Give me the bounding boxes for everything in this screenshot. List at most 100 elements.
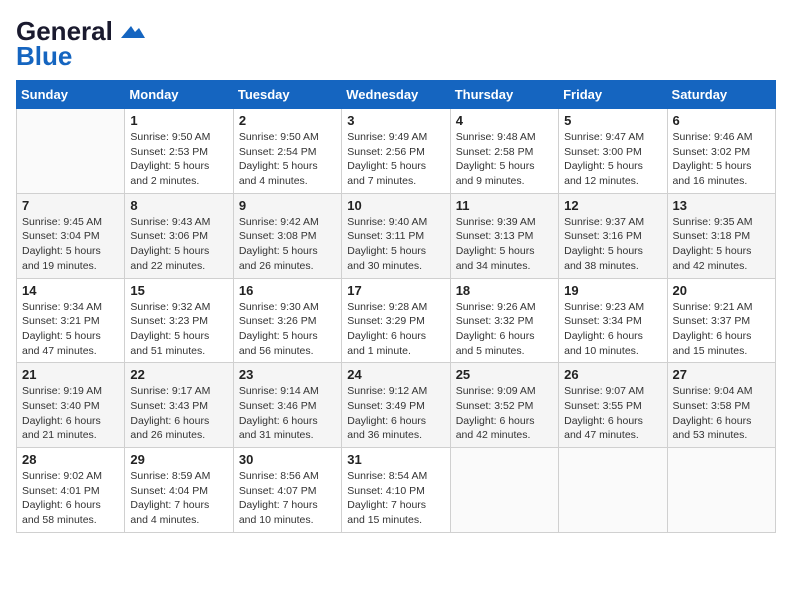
day-info: Sunrise: 9:09 AM Sunset: 3:52 PM Dayligh… — [456, 384, 553, 443]
day-number: 30 — [239, 452, 336, 467]
calendar-cell: 24Sunrise: 9:12 AM Sunset: 3:49 PM Dayli… — [342, 363, 450, 448]
logo-bird-icon — [117, 22, 145, 42]
day-number: 27 — [673, 367, 770, 382]
calendar-cell: 3 Sunrise: 9:49 AM Sunset: 2:56 PM Daylig… — [342, 109, 450, 194]
calendar-cell: 22 Sunrise: 9:17 AM Sunset: 3:43 PM Dayli… — [125, 363, 233, 448]
day-info: Sunrise: 8:54 AM Sunset: 4:10 PM Dayligh… — [347, 469, 444, 528]
calendar-cell: 23 Sunrise: 9:14 AM Sunset: 3:46 PM Dayli… — [233, 363, 341, 448]
calendar-cell: 8Sunrise: 9:43 AM Sunset: 3:06 PM Daylig… — [125, 193, 233, 278]
day-info: Sunrise: 9:47 AM Sunset: 3:00 PM Dayligh… — [564, 130, 661, 189]
calendar-week-row: 28 Sunrise: 9:02 AM Sunset: 4:01 PM Dayli… — [17, 448, 776, 533]
day-info: Sunrise: 9:50 AM Sunset: 2:53 PM Dayligh… — [130, 130, 227, 189]
day-number: 15 — [130, 283, 227, 298]
calendar-cell — [17, 109, 125, 194]
day-info: Sunrise: 9:42 AM Sunset: 3:08 PM Dayligh… — [239, 215, 336, 274]
day-number: 8 — [130, 198, 227, 213]
day-info: Sunrise: 9:04 AM Sunset: 3:58 PM Dayligh… — [673, 384, 770, 443]
calendar-cell — [450, 448, 558, 533]
day-info: Sunrise: 9:17 AM Sunset: 3:43 PM Dayligh… — [130, 384, 227, 443]
day-info: Sunrise: 9:28 AM Sunset: 3:29 PM Dayligh… — [347, 300, 444, 359]
day-info: Sunrise: 9:12 AM Sunset: 3:49 PM Dayligh… — [347, 384, 444, 443]
calendar-cell: 31 Sunrise: 8:54 AM Sunset: 4:10 PM Dayli… — [342, 448, 450, 533]
day-number: 13 — [673, 198, 770, 213]
logo: General Blue — [16, 16, 145, 72]
day-number: 14 — [22, 283, 119, 298]
calendar-cell: 2Sunrise: 9:50 AM Sunset: 2:54 PM Daylig… — [233, 109, 341, 194]
day-number: 26 — [564, 367, 661, 382]
day-number: 9 — [239, 198, 336, 213]
calendar-cell: 10 Sunrise: 9:40 AM Sunset: 3:11 PM Dayli… — [342, 193, 450, 278]
day-number: 17 — [347, 283, 444, 298]
calendar-cell: 1 Sunrise: 9:50 AM Sunset: 2:53 PM Daylig… — [125, 109, 233, 194]
calendar-cell: 28 Sunrise: 9:02 AM Sunset: 4:01 PM Dayli… — [17, 448, 125, 533]
calendar-cell: 26 Sunrise: 9:07 AM Sunset: 3:55 PM Dayli… — [559, 363, 667, 448]
calendar-cell — [667, 448, 775, 533]
calendar-header-wednesday: Wednesday — [342, 81, 450, 109]
day-info: Sunrise: 9:02 AM Sunset: 4:01 PM Dayligh… — [22, 469, 119, 528]
calendar-cell: 11 Sunrise: 9:39 AM Sunset: 3:13 PM Dayli… — [450, 193, 558, 278]
day-number: 3 — [347, 113, 444, 128]
calendar-cell: 4Sunrise: 9:48 AM Sunset: 2:58 PM Daylig… — [450, 109, 558, 194]
day-number: 21 — [22, 367, 119, 382]
day-info: Sunrise: 9:40 AM Sunset: 3:11 PM Dayligh… — [347, 215, 444, 274]
calendar-cell: 7 Sunrise: 9:45 AM Sunset: 3:04 PM Daylig… — [17, 193, 125, 278]
day-info: Sunrise: 9:07 AM Sunset: 3:55 PM Dayligh… — [564, 384, 661, 443]
calendar-header-tuesday: Tuesday — [233, 81, 341, 109]
day-number: 16 — [239, 283, 336, 298]
calendar-cell: 25 Sunrise: 9:09 AM Sunset: 3:52 PM Dayli… — [450, 363, 558, 448]
calendar-cell — [559, 448, 667, 533]
day-number: 11 — [456, 198, 553, 213]
calendar-header-saturday: Saturday — [667, 81, 775, 109]
calendar-cell: 29 Sunrise: 8:59 AM Sunset: 4:04 PM Dayli… — [125, 448, 233, 533]
day-info: Sunrise: 9:21 AM Sunset: 3:37 PM Dayligh… — [673, 300, 770, 359]
calendar-cell: 17 Sunrise: 9:28 AM Sunset: 3:29 PM Dayli… — [342, 278, 450, 363]
day-number: 23 — [239, 367, 336, 382]
day-number: 12 — [564, 198, 661, 213]
calendar-cell: 9 Sunrise: 9:42 AM Sunset: 3:08 PM Daylig… — [233, 193, 341, 278]
day-info: Sunrise: 9:39 AM Sunset: 3:13 PM Dayligh… — [456, 215, 553, 274]
day-number: 7 — [22, 198, 119, 213]
day-info: Sunrise: 9:37 AM Sunset: 3:16 PM Dayligh… — [564, 215, 661, 274]
day-number: 6 — [673, 113, 770, 128]
logo-blue: Blue — [16, 41, 72, 72]
calendar-table: SundayMondayTuesdayWednesdayThursdayFrid… — [16, 80, 776, 533]
day-info: Sunrise: 9:19 AM Sunset: 3:40 PM Dayligh… — [22, 384, 119, 443]
calendar-cell: 5Sunrise: 9:47 AM Sunset: 3:00 PM Daylig… — [559, 109, 667, 194]
calendar-cell: 12 Sunrise: 9:37 AM Sunset: 3:16 PM Dayli… — [559, 193, 667, 278]
calendar-cell: 15 Sunrise: 9:32 AM Sunset: 3:23 PM Dayli… — [125, 278, 233, 363]
day-info: Sunrise: 9:14 AM Sunset: 3:46 PM Dayligh… — [239, 384, 336, 443]
calendar-cell: 13 Sunrise: 9:35 AM Sunset: 3:18 PM Dayli… — [667, 193, 775, 278]
calendar-cell: 30 Sunrise: 8:56 AM Sunset: 4:07 PM Dayli… — [233, 448, 341, 533]
day-number: 29 — [130, 452, 227, 467]
day-number: 10 — [347, 198, 444, 213]
calendar-week-row: 1 Sunrise: 9:50 AM Sunset: 2:53 PM Daylig… — [17, 109, 776, 194]
day-number: 31 — [347, 452, 444, 467]
calendar-cell: 6Sunrise: 9:46 AM Sunset: 3:02 PM Daylig… — [667, 109, 775, 194]
day-info: Sunrise: 9:35 AM Sunset: 3:18 PM Dayligh… — [673, 215, 770, 274]
calendar-header-row: SundayMondayTuesdayWednesdayThursdayFrid… — [17, 81, 776, 109]
day-number: 18 — [456, 283, 553, 298]
day-number: 1 — [130, 113, 227, 128]
calendar-header-monday: Monday — [125, 81, 233, 109]
calendar-cell: 14Sunrise: 9:34 AM Sunset: 3:21 PM Dayli… — [17, 278, 125, 363]
day-info: Sunrise: 8:56 AM Sunset: 4:07 PM Dayligh… — [239, 469, 336, 528]
calendar-cell: 18 Sunrise: 9:26 AM Sunset: 3:32 PM Dayli… — [450, 278, 558, 363]
day-info: Sunrise: 9:49 AM Sunset: 2:56 PM Dayligh… — [347, 130, 444, 189]
calendar-header-sunday: Sunday — [17, 81, 125, 109]
day-info: Sunrise: 9:50 AM Sunset: 2:54 PM Dayligh… — [239, 130, 336, 189]
calendar-week-row: 14Sunrise: 9:34 AM Sunset: 3:21 PM Dayli… — [17, 278, 776, 363]
calendar-header-thursday: Thursday — [450, 81, 558, 109]
day-info: Sunrise: 9:32 AM Sunset: 3:23 PM Dayligh… — [130, 300, 227, 359]
day-info: Sunrise: 9:30 AM Sunset: 3:26 PM Dayligh… — [239, 300, 336, 359]
calendar-cell: 27 Sunrise: 9:04 AM Sunset: 3:58 PM Dayli… — [667, 363, 775, 448]
calendar-week-row: 21 Sunrise: 9:19 AM Sunset: 3:40 PM Dayli… — [17, 363, 776, 448]
day-number: 22 — [130, 367, 227, 382]
day-info: Sunrise: 8:59 AM Sunset: 4:04 PM Dayligh… — [130, 469, 227, 528]
page-header: General Blue — [16, 16, 776, 72]
day-number: 25 — [456, 367, 553, 382]
day-number: 28 — [22, 452, 119, 467]
calendar-cell: 21 Sunrise: 9:19 AM Sunset: 3:40 PM Dayli… — [17, 363, 125, 448]
calendar-cell: 19Sunrise: 9:23 AM Sunset: 3:34 PM Dayli… — [559, 278, 667, 363]
day-info: Sunrise: 9:45 AM Sunset: 3:04 PM Dayligh… — [22, 215, 119, 274]
day-info: Sunrise: 9:26 AM Sunset: 3:32 PM Dayligh… — [456, 300, 553, 359]
